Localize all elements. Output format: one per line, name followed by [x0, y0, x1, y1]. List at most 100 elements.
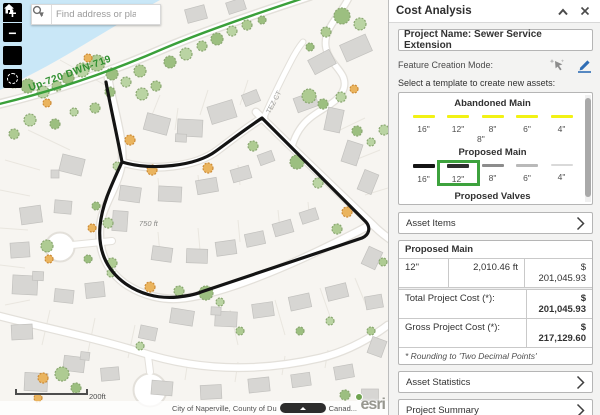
- project-name-label: Project Name: Sewer Service Extension: [404, 29, 587, 51]
- template-instruction: Select a template to create new assets:: [398, 78, 593, 88]
- template-item-label: 6": [523, 173, 531, 183]
- gross-cost-row: Gross Project Cost (*): $ 217,129.60: [399, 319, 592, 348]
- panel-title: Cost Analysis: [396, 5, 549, 17]
- template-item-abandoned-16[interactable]: 16": [407, 112, 440, 134]
- line-swatch: [516, 164, 538, 167]
- chevron-right-icon: [576, 375, 585, 390]
- panel-header: Cost Analysis: [389, 0, 600, 23]
- smart-select-mode-button[interactable]: [549, 57, 566, 73]
- chevron-right-icon: [576, 403, 585, 415]
- template-item-proposed-8[interactable]: 8": [476, 161, 509, 184]
- draw-mode-button[interactable]: [576, 57, 593, 73]
- gross-cost-label: Gross Project Cost (*):: [399, 319, 526, 347]
- template-item-label: 12": [452, 174, 464, 184]
- template-item-abandoned-6[interactable]: 6": [511, 112, 544, 134]
- cost-row-length: 2,010.46 ft: [449, 259, 525, 287]
- template-item-label: 16": [417, 124, 429, 134]
- template-item-proposed-6[interactable]: 6": [511, 161, 544, 184]
- attribution-expander[interactable]: [280, 403, 326, 413]
- total-cost-row: Total Project Cost (*): $ 201,045.93: [399, 290, 592, 319]
- asset-items-label: Asset Items: [406, 218, 456, 229]
- template-item-abandoned-12[interactable]: 12": [442, 112, 475, 134]
- template-row-abandoned: 16" 12" 8" 6" 4": [405, 112, 580, 134]
- cost-analysis-panel: Cost Analysis Project Name: Sewer Servic…: [388, 0, 600, 415]
- cost-table: Proposed Main 12" 2,010.46 ft $ 201,045.…: [398, 240, 593, 365]
- template-item-abandoned-8[interactable]: 8": [476, 112, 509, 134]
- template-scrollbar-thumb[interactable]: [585, 98, 591, 197]
- home-icon: [3, 3, 15, 15]
- template-group-title-valves: Proposed Valves: [405, 191, 580, 202]
- collapse-button[interactable]: [555, 3, 571, 19]
- search-widget: ▼: [31, 4, 161, 25]
- feature-creation-mode-row: Feature Creation Mode:: [398, 54, 593, 76]
- template-item-abandoned-overflow[interactable]: 8": [405, 134, 580, 145]
- total-cost-label: Total Project Cost (*):: [399, 290, 526, 318]
- panel-body: Project Name: Sewer Service Extension Fe…: [389, 23, 600, 415]
- line-swatch: [482, 115, 504, 118]
- close-button[interactable]: [577, 3, 593, 19]
- feature-creation-mode-label: Feature Creation Mode:: [398, 60, 539, 70]
- project-summary-label: Project Summary: [406, 405, 479, 415]
- template-item-proposed-16[interactable]: 16": [407, 161, 440, 184]
- total-cost-value: $ 201,045.93: [526, 290, 592, 318]
- esri-globe-icon: [355, 393, 363, 401]
- asset-statistics-section[interactable]: Asset Statistics: [398, 371, 593, 393]
- template-item-label: 16": [417, 174, 429, 184]
- rounding-note: * Rounding to 'Two Decimal Points': [399, 348, 592, 364]
- map-nav-controls: + −: [3, 3, 22, 88]
- cost-group-header: Proposed Main: [399, 241, 592, 259]
- line-swatch: [551, 164, 573, 166]
- template-item-proposed-12[interactable]: 12": [442, 161, 475, 184]
- asset-statistics-label: Asset Statistics: [406, 377, 470, 388]
- project-summary-section[interactable]: Project Summary: [398, 399, 593, 415]
- search-input[interactable]: [52, 9, 140, 20]
- attribution-text-left: City of Naperville, County of Du: [172, 404, 277, 413]
- esri-logo: esri: [353, 396, 388, 415]
- pencil-icon: [576, 57, 593, 73]
- scale-label: 200ft: [89, 392, 106, 401]
- chevron-right-icon: [576, 216, 585, 231]
- asset-items-section[interactable]: Asset Items: [398, 212, 593, 234]
- locate-button[interactable]: [3, 69, 22, 88]
- template-group-title-abandoned: Abandoned Main: [405, 98, 580, 109]
- template-item-label: 8": [489, 173, 497, 183]
- line-swatch: [516, 115, 538, 118]
- gross-cost-value: $ 217,129.60: [526, 319, 592, 347]
- cost-row-cost: $ 201,045.93: [525, 259, 592, 287]
- line-swatch: [551, 115, 573, 118]
- search-icon: [32, 5, 44, 17]
- home-button[interactable]: [3, 46, 22, 65]
- cost-row: 12" 2,010.46 ft $ 201,045.93: [399, 259, 592, 288]
- line-swatch: [447, 115, 469, 118]
- caret-up-icon: [300, 407, 306, 410]
- magic-cursor-icon: [549, 57, 566, 73]
- zoom-out-button[interactable]: −: [3, 23, 22, 42]
- map-view[interactable]: Up-720 DWN-719 TEZ CT 750 ft + − ▼ 200ft: [0, 0, 388, 415]
- template-item-label: 6": [523, 124, 531, 134]
- locate-icon: [7, 73, 18, 84]
- scale-bar: 200ft: [15, 389, 88, 395]
- template-item-label: 8": [489, 124, 497, 134]
- line-swatch: [413, 115, 435, 118]
- template-row-proposed: 16" 12" 8" 6" 4": [405, 161, 580, 184]
- template-group-title-proposed: Proposed Main: [405, 147, 580, 158]
- project-name-field[interactable]: Project Name: Sewer Service Extension: [398, 29, 593, 51]
- template-item-label: 12": [452, 124, 464, 134]
- close-icon: [580, 6, 590, 16]
- line-swatch: [482, 164, 504, 167]
- template-item-abandoned-4[interactable]: 4": [545, 112, 578, 134]
- line-swatch: [413, 164, 435, 168]
- template-item-label: 4": [558, 172, 566, 182]
- cost-analysis-app: Up-720 DWN-719 TEZ CT 750 ft + − ▼ 200ft: [0, 0, 600, 415]
- cost-row-size: 12": [399, 259, 449, 287]
- collapse-icon: [557, 7, 569, 16]
- map-canvas: Up-720 DWN-719 TEZ CT 750 ft: [0, 0, 388, 415]
- template-picker: Abandoned Main 16"12"8"6"4" 8" Proposed …: [398, 92, 593, 205]
- attribution-bar: City of Naperville, County of Du Canad..…: [0, 401, 388, 415]
- houses: [10, 0, 387, 401]
- template-item-label: 4": [558, 124, 566, 134]
- scale-line: [15, 389, 88, 395]
- distance-label: 750 ft: [139, 219, 159, 228]
- line-swatch: [447, 164, 469, 168]
- template-item-proposed-4[interactable]: 4": [545, 161, 578, 184]
